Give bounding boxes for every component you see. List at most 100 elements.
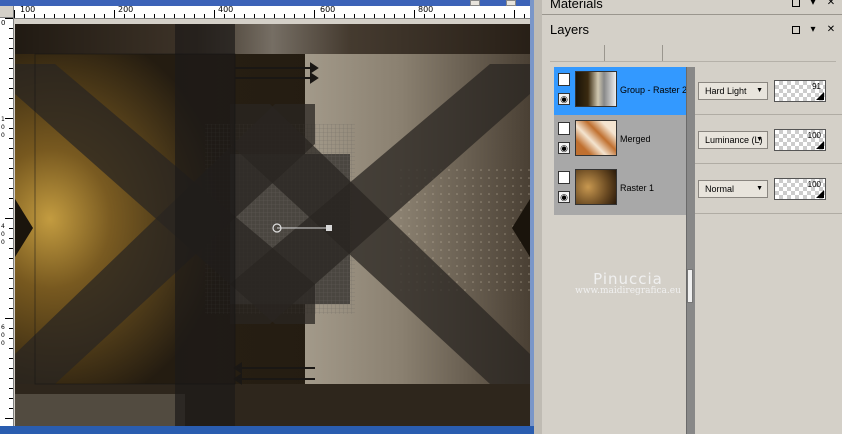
layer-list: ◉ Group - Raster 2 ◉ Merged ◉ Raster 1 bbox=[554, 67, 687, 215]
ruler-label: 6 0 0 bbox=[1, 324, 5, 347]
ruler-tick bbox=[434, 14, 435, 18]
vertical-ruler: 0 1 0 0 4 0 0 6 0 0 bbox=[0, 18, 14, 426]
opacity-control[interactable]: 100 bbox=[774, 129, 826, 151]
ruler-tick bbox=[9, 258, 13, 259]
blend-mode-dropdown[interactable]: Luminance (L) ▼ bbox=[698, 131, 768, 149]
layer-name: Raster 1 bbox=[620, 183, 655, 193]
ruler-label: 100 bbox=[20, 5, 36, 14]
ruler-tick bbox=[374, 14, 375, 18]
ruler-tick bbox=[204, 14, 205, 18]
ruler-tick bbox=[454, 14, 455, 18]
ruler-tick bbox=[5, 18, 13, 19]
ruler-tick bbox=[9, 348, 13, 349]
close-icon[interactable]: ✕ bbox=[826, 24, 836, 35]
ruler-label: 400 bbox=[218, 5, 234, 14]
blend-mode-value: Luminance (L) bbox=[705, 135, 763, 145]
ruler-tick bbox=[9, 68, 13, 69]
ruler-tick bbox=[334, 14, 335, 18]
ruler-tick bbox=[9, 178, 13, 179]
ruler-tick bbox=[9, 268, 13, 269]
ruler-tick bbox=[134, 14, 135, 18]
ruler-tick bbox=[344, 14, 345, 18]
layers-toolbar bbox=[550, 45, 836, 62]
ruler-tick bbox=[14, 10, 15, 18]
opacity-slider-icon[interactable] bbox=[816, 92, 824, 100]
ruler-tick bbox=[514, 10, 515, 18]
ruler-tick bbox=[9, 88, 13, 89]
toolbar-separator bbox=[662, 45, 663, 61]
eye-icon[interactable]: ◉ bbox=[558, 93, 570, 105]
opacity-control[interactable]: 100 bbox=[774, 178, 826, 200]
layer-row-merged[interactable]: ◉ Merged bbox=[554, 116, 686, 164]
ruler-label: 800 bbox=[418, 5, 434, 14]
layer-row-raster-1[interactable]: ◉ Raster 1 bbox=[554, 165, 686, 213]
ruler-tick bbox=[224, 14, 225, 18]
ruler-tick bbox=[9, 108, 13, 109]
opacity-slider-icon[interactable] bbox=[816, 141, 824, 149]
ruler-tick bbox=[5, 418, 13, 419]
ruler-tick bbox=[64, 14, 65, 18]
ruler-tick bbox=[9, 148, 13, 149]
layer-type-icon bbox=[558, 171, 570, 184]
ruler-label: 4 0 0 bbox=[1, 223, 5, 246]
ruler-tick bbox=[184, 14, 185, 18]
opacity-control[interactable]: 91 bbox=[774, 80, 826, 102]
ruler-label: 1 0 0 bbox=[1, 116, 5, 139]
ruler-tick bbox=[444, 14, 445, 18]
ruler-tick bbox=[9, 58, 13, 59]
row-divider bbox=[694, 163, 842, 164]
ruler-tick bbox=[5, 118, 13, 119]
panel-splitter[interactable] bbox=[534, 0, 542, 434]
ruler-tick bbox=[304, 14, 305, 18]
dock-icon[interactable] bbox=[792, 26, 800, 34]
blend-mode-dropdown[interactable]: Normal ▼ bbox=[698, 180, 768, 198]
horizontal-ruler: 100 200 400 600 800 bbox=[14, 6, 530, 19]
blend-mode-dropdown[interactable]: Hard Light ▼ bbox=[698, 82, 768, 100]
toolbar-separator bbox=[604, 45, 605, 61]
layers-header: Layers ▾ ✕ bbox=[542, 15, 842, 45]
watermark: Pinuccia www.maidiregrafica.eu bbox=[548, 270, 708, 296]
eye-icon[interactable]: ◉ bbox=[558, 191, 570, 203]
layers-scrollbar[interactable] bbox=[686, 67, 695, 434]
ruler-tick bbox=[9, 298, 13, 299]
ruler-tick bbox=[9, 378, 13, 379]
row-divider bbox=[694, 114, 842, 115]
layer-thumbnail bbox=[575, 71, 617, 107]
ruler-tick bbox=[54, 14, 55, 18]
ruler-tick bbox=[9, 328, 13, 329]
layer-type-icon bbox=[558, 122, 570, 135]
dock-icon[interactable] bbox=[792, 0, 800, 7]
ruler-tick bbox=[164, 14, 165, 18]
opacity-value: 100 bbox=[807, 131, 821, 140]
ruler-tick bbox=[414, 10, 415, 18]
opacity-value: 91 bbox=[812, 82, 821, 91]
menu-arrow-icon[interactable]: ▾ bbox=[808, 24, 818, 35]
watermark-url: www.maidiregrafica.eu bbox=[575, 286, 681, 296]
eye-icon[interactable]: ◉ bbox=[558, 142, 570, 154]
ruler-tick bbox=[154, 14, 155, 18]
ruler-tick bbox=[9, 228, 13, 229]
ruler-tick bbox=[9, 358, 13, 359]
layer-row-group-raster-2[interactable]: ◉ Group - Raster 2 bbox=[554, 67, 687, 115]
close-icon[interactable]: ✕ bbox=[826, 0, 836, 8]
ruler-tick bbox=[9, 368, 13, 369]
ruler-label: 600 bbox=[320, 5, 336, 14]
layer-thumbnail bbox=[575, 120, 617, 156]
horizontal-scrollbar[interactable] bbox=[0, 426, 534, 434]
ruler-tick bbox=[9, 388, 13, 389]
ruler-tick bbox=[124, 14, 125, 18]
opacity-slider-icon[interactable] bbox=[816, 190, 824, 198]
ruler-label: 200 bbox=[118, 5, 134, 14]
ruler-tick bbox=[364, 14, 365, 18]
ruler-tick bbox=[9, 338, 13, 339]
opacity-value: 100 bbox=[807, 180, 821, 189]
blend-mode-value: Normal bbox=[705, 184, 735, 194]
ruler-tick bbox=[9, 38, 13, 39]
menu-arrow-icon[interactable]: ▾ bbox=[808, 0, 818, 8]
ruler-tick bbox=[9, 78, 13, 79]
ruler-tick bbox=[104, 14, 105, 18]
ruler-tick bbox=[9, 278, 13, 279]
ruler-tick bbox=[424, 14, 425, 18]
canvas-image[interactable] bbox=[15, 24, 530, 426]
ruler-tick bbox=[494, 14, 495, 18]
